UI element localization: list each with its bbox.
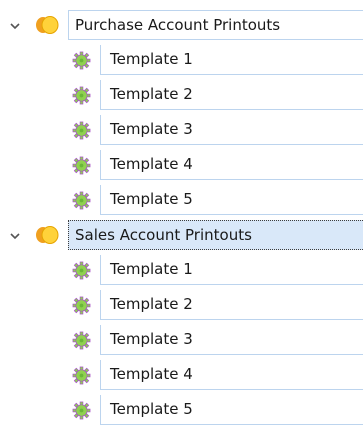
chevron-down-icon[interactable] [9,20,21,32]
gear-icon [72,121,91,140]
folder-icon [36,226,59,244]
tree-item-label[interactable]: Template 5 [100,185,363,215]
gear-icon [72,331,91,350]
tree-item-label[interactable]: Template 2 [100,290,363,320]
tree-item[interactable]: Template 5 [0,393,363,428]
gear-icon [72,261,91,280]
tree-group-label[interactable]: Purchase Account Printouts [68,10,363,40]
tree-item[interactable]: Template 3 [0,113,363,148]
tree-item[interactable]: Template 1 [0,43,363,78]
tree-item-label[interactable]: Template 5 [100,395,363,425]
gear-icon [72,366,91,385]
gear-icon [72,401,91,420]
tree-item[interactable]: Template 4 [0,358,363,393]
printout-tree: Purchase Account Printouts Template 1 Te… [0,8,363,428]
tree-item[interactable]: Template 4 [0,148,363,183]
tree-group-sales[interactable]: Sales Account Printouts [0,218,363,253]
tree-group-purchase[interactable]: Purchase Account Printouts [0,8,363,43]
gear-icon [72,51,91,70]
tree-item-label[interactable]: Template 4 [100,360,363,390]
tree-item-label[interactable]: Template 3 [100,115,363,145]
tree-item-label[interactable]: Template 3 [100,325,363,355]
tree-item-label[interactable]: Template 1 [100,45,363,75]
gear-icon [72,156,91,175]
tree-item-label[interactable]: Template 1 [100,255,363,285]
tree-group-label[interactable]: Sales Account Printouts [68,220,363,250]
tree-item-label[interactable]: Template 4 [100,150,363,180]
tree-item[interactable]: Template 2 [0,288,363,323]
folder-icon [36,16,59,34]
gear-icon [72,296,91,315]
tree-item-label[interactable]: Template 2 [100,80,363,110]
chevron-down-icon[interactable] [9,230,21,242]
tree-item[interactable]: Template 2 [0,78,363,113]
tree-item[interactable]: Template 1 [0,253,363,288]
gear-icon [72,86,91,105]
tree-item[interactable]: Template 3 [0,323,363,358]
gear-icon [72,191,91,210]
tree-item[interactable]: Template 5 [0,183,363,218]
